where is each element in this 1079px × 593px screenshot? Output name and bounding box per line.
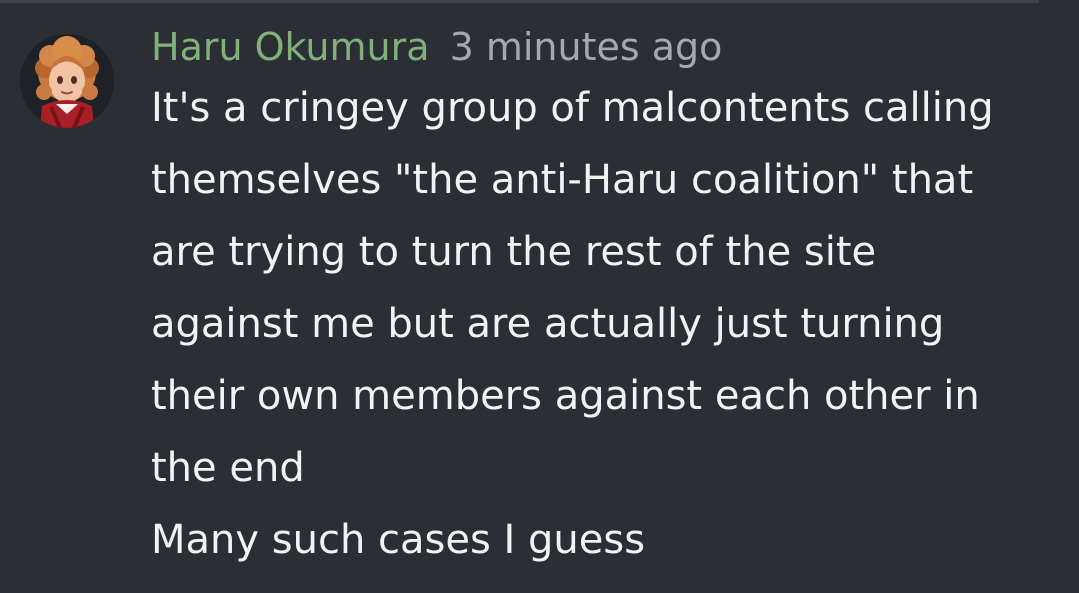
comment-line-2: themselves "the anti-Haru coalition" tha… <box>151 157 974 203</box>
comment-message: Haru Okumura 3 minutes ago It's a cringe… <box>151 22 1031 576</box>
top-divider <box>0 0 1040 3</box>
comment-meta: Haru Okumura 3 minutes ago <box>151 22 1031 72</box>
comment-timestamp[interactable]: 3 minutes ago <box>450 22 723 72</box>
comment-line-5: their own members against each other in <box>151 373 980 419</box>
comment-line-1: It's a cringey group of malcontents call… <box>151 85 994 131</box>
comment-line-7: Many such cases I guess <box>151 517 646 563</box>
avatar-icon[interactable] <box>20 34 114 128</box>
comment-line-6: the end <box>151 445 305 491</box>
right-rail <box>1039 0 1079 593</box>
author-name[interactable]: Haru Okumura <box>151 22 430 72</box>
avatar-image <box>20 34 114 128</box>
comment-line-4: against me but are actually just turning <box>151 301 945 347</box>
comment-line-3: are trying to turn the rest of the site <box>151 229 877 275</box>
